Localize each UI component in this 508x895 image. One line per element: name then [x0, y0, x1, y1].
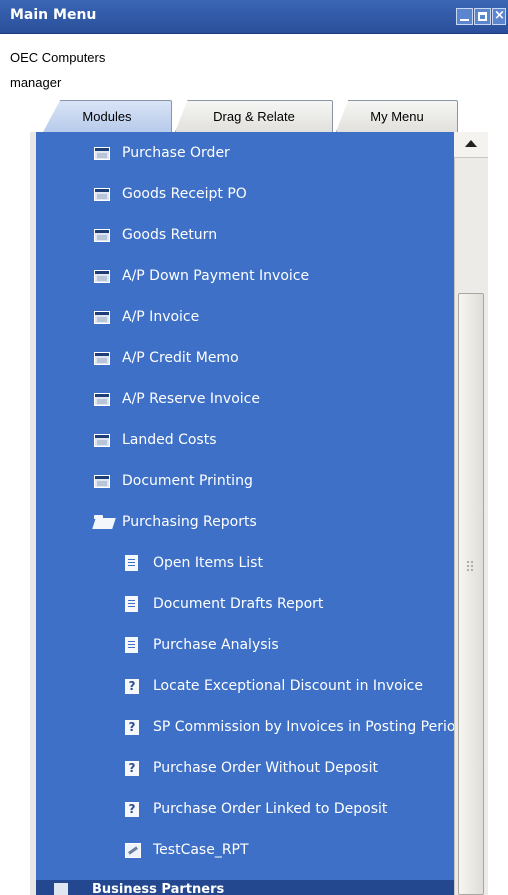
company-name: OEC Computers	[10, 50, 106, 65]
query-icon: ?	[125, 678, 139, 694]
menu-item-purchase-analysis[interactable]: Purchase Analysis	[125, 631, 279, 659]
menu-item-ap-down-payment-invoice[interactable]: A/P Down Payment Invoice	[94, 262, 309, 290]
menu-item-label: Purchase Order	[122, 145, 230, 161]
form-icon	[94, 392, 110, 406]
menu-item-label: A/P Reserve Invoice	[122, 391, 260, 407]
module-business-partners[interactable]: Business Partners	[36, 880, 454, 895]
arrow-up-icon	[465, 140, 477, 147]
report-doc-icon	[125, 637, 138, 653]
menu-item-ap-invoice[interactable]: A/P Invoice	[94, 303, 199, 331]
menu-item-landed-costs[interactable]: Landed Costs	[94, 426, 217, 454]
menu-item-po-linked-to-deposit[interactable]: ? Purchase Order Linked to Deposit	[125, 795, 387, 823]
crystal-report-icon	[125, 842, 141, 858]
menu-item-label: A/P Credit Memo	[122, 350, 239, 366]
form-icon	[94, 187, 110, 201]
form-icon	[94, 310, 110, 324]
menu-item-ap-reserve-invoice[interactable]: A/P Reserve Invoice	[94, 385, 260, 413]
form-icon	[94, 269, 110, 283]
query-icon: ?	[125, 801, 139, 817]
module-label: Business Partners	[92, 882, 225, 895]
menu-folder-purchasing-reports[interactable]: Purchasing Reports	[94, 508, 257, 536]
report-doc-icon	[125, 596, 138, 612]
menu-item-purchase-order[interactable]: Purchase Order	[94, 139, 230, 167]
form-icon	[94, 351, 110, 365]
open-folder-icon	[94, 515, 114, 529]
menu-item-label: Document Drafts Report	[153, 596, 324, 612]
menu-item-document-printing[interactable]: Document Printing	[94, 467, 253, 495]
module-icon	[54, 883, 68, 895]
menu-item-po-without-deposit[interactable]: ? Purchase Order Without Deposit	[125, 754, 378, 782]
window-titlebar[interactable]: Main Menu ×	[0, 0, 508, 34]
scroll-up-button[interactable]	[454, 132, 488, 158]
window-title: Main Menu	[10, 7, 97, 23]
modules-menu-panel: Purchase Order Goods Receipt PO Goods Re…	[36, 132, 461, 895]
user-name: manager	[10, 75, 62, 90]
tab-my-menu[interactable]: My Menu	[336, 100, 458, 132]
menu-item-label: Purchase Order Linked to Deposit	[153, 801, 388, 817]
menu-item-label: Locate Exceptional Discount in Invoice	[153, 678, 423, 694]
menu-item-goods-return[interactable]: Goods Return	[94, 221, 217, 249]
maximize-icon[interactable]	[474, 8, 491, 25]
tab-modules[interactable]: Modules	[42, 100, 172, 134]
menu-item-label: Goods Return	[122, 227, 218, 243]
menu-item-label: TestCase_RPT	[153, 842, 249, 858]
menu-item-locate-exceptional-discount[interactable]: ? Locate Exceptional Discount in Invoice	[125, 672, 423, 700]
menu-item-label: Landed Costs	[122, 432, 217, 448]
menu-item-label: Purchasing Reports	[122, 514, 257, 530]
menu-item-label: Purchase Analysis	[153, 637, 279, 653]
scrollbar-thumb[interactable]	[458, 293, 484, 895]
window-right-margin	[489, 132, 508, 895]
menu-item-sp-commission-by-invoices[interactable]: ? SP Commission by Invoices in Posting P…	[125, 713, 461, 741]
minimize-icon[interactable]	[456, 8, 473, 25]
menu-item-label: A/P Down Payment Invoice	[122, 268, 310, 284]
form-icon	[94, 228, 110, 242]
menu-item-label: SP Commission by Invoices in Posting Per…	[153, 719, 461, 735]
menu-item-open-items-list[interactable]: Open Items List	[125, 549, 263, 577]
grip-icon	[466, 560, 474, 572]
menu-item-ap-credit-memo[interactable]: A/P Credit Memo	[94, 344, 239, 372]
menu-item-label: Document Printing	[122, 473, 253, 489]
menu-item-label: Open Items List	[153, 555, 263, 571]
menu-item-label: Purchase Order Without Deposit	[153, 760, 378, 776]
form-icon	[94, 433, 110, 447]
query-icon: ?	[125, 719, 139, 735]
tab-drag-and-relate[interactable]: Drag & Relate	[175, 100, 333, 132]
menu-item-goods-receipt-po[interactable]: Goods Receipt PO	[94, 180, 247, 208]
menu-item-document-drafts-report[interactable]: Document Drafts Report	[125, 590, 323, 618]
form-icon	[94, 474, 110, 488]
report-doc-icon	[125, 555, 138, 571]
menu-item-label: Goods Receipt PO	[122, 186, 247, 202]
form-icon	[94, 146, 110, 160]
close-icon[interactable]: ×	[492, 8, 506, 25]
query-icon: ?	[125, 760, 139, 776]
menu-item-label: A/P Invoice	[122, 309, 200, 325]
menu-item-testcase-rpt[interactable]: TestCase_RPT	[125, 836, 249, 864]
